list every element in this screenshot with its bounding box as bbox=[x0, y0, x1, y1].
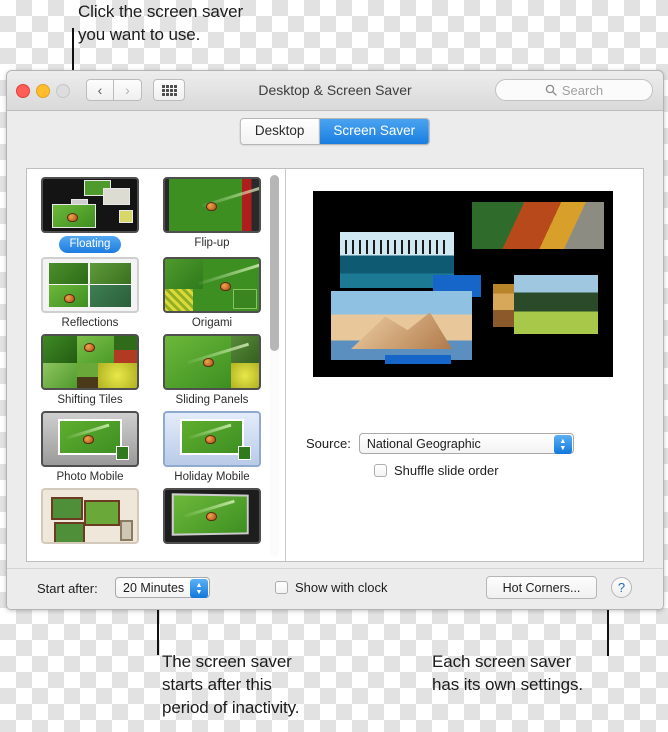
screensaver-item-reflections[interactable]: Reflections bbox=[36, 257, 144, 330]
annotation-bottom-right: Each screen saver has its own settings. bbox=[432, 652, 583, 694]
bottom-bar: Start after: 20 Minutes ▲ ▼ Show with cl… bbox=[7, 568, 663, 609]
settings-pane: Source: National Geographic ▲ ▼ Shuffle … bbox=[286, 169, 643, 561]
preferences-window: ‹ › Desktop & Screen Saver Search Deskto… bbox=[6, 70, 664, 610]
screensaver-thumbnail bbox=[41, 411, 139, 467]
start-after-value: 20 Minutes bbox=[123, 580, 185, 595]
screensaver-item-photo-mobile[interactable]: Photo Mobile bbox=[36, 411, 144, 484]
hot-corners-button[interactable]: Hot Corners... bbox=[486, 576, 597, 599]
window-titlebar: ‹ › Desktop & Screen Saver Search bbox=[7, 71, 663, 111]
help-button[interactable]: ? bbox=[611, 577, 632, 598]
chevron-down-icon: ▼ bbox=[559, 444, 567, 452]
start-after-label: Start after: bbox=[37, 581, 98, 596]
content-area: Floating Flip-up Reflections Origami Shi… bbox=[26, 168, 644, 562]
show-clock-checkbox[interactable] bbox=[275, 581, 288, 594]
shuffle-checkbox[interactable] bbox=[374, 464, 387, 477]
source-row: Source: National Geographic ▲ ▼ bbox=[306, 433, 626, 454]
annotation-top: Click the screen saver you want to use. bbox=[78, 2, 244, 44]
screensaver-label: Reflections bbox=[61, 317, 119, 329]
screensaver-list-scrollbar[interactable] bbox=[270, 175, 279, 557]
search-input[interactable]: Search bbox=[495, 79, 653, 101]
preview-photo bbox=[472, 202, 604, 249]
show-clock-row[interactable]: Show with clock bbox=[275, 580, 387, 595]
preview-photo bbox=[514, 274, 598, 335]
screensaver-thumbnail bbox=[163, 411, 261, 467]
screensaver-label: Sliding Panels bbox=[175, 394, 249, 406]
screensaver-thumbnail bbox=[41, 334, 139, 390]
screensaver-thumbnail bbox=[163, 177, 261, 233]
screensaver-thumbnail bbox=[163, 334, 261, 390]
stepper-icon[interactable]: ▲ ▼ bbox=[553, 435, 572, 454]
screensaver-label: Shifting Tiles bbox=[57, 394, 123, 406]
source-label: Source: bbox=[306, 436, 351, 451]
screensaver-thumbnail bbox=[41, 177, 139, 233]
screensaver-item-flip-up[interactable]: Flip-up bbox=[158, 177, 266, 253]
shuffle-row[interactable]: Shuffle slide order bbox=[374, 463, 499, 478]
screensaver-item-floating[interactable]: Floating bbox=[36, 177, 144, 253]
screensaver-thumbnail bbox=[163, 488, 261, 544]
tab-bar: Desktop Screen Saver bbox=[7, 111, 663, 149]
start-after-select[interactable]: 20 Minutes ▲ ▼ bbox=[115, 577, 210, 598]
screensaver-label: Flip-up bbox=[194, 237, 230, 249]
screensaver-item-sliding-panels[interactable]: Sliding Panels bbox=[158, 334, 266, 407]
show-clock-label: Show with clock bbox=[295, 580, 388, 595]
chevron-up-icon: ▲ bbox=[195, 581, 203, 589]
shuffle-label: Shuffle slide order bbox=[394, 463, 499, 478]
screensaver-thumbnail bbox=[163, 257, 261, 313]
search-placeholder: Search bbox=[561, 82, 604, 98]
scrollbar-thumb[interactable] bbox=[270, 175, 279, 351]
source-value: National Geographic bbox=[366, 436, 481, 451]
source-select[interactable]: National Geographic ▲ ▼ bbox=[358, 433, 574, 454]
preview-photo-bar bbox=[385, 354, 451, 364]
screensaver-item-shifting-tiles[interactable]: Shifting Tiles bbox=[36, 334, 144, 407]
chevron-up-icon: ▲ bbox=[559, 437, 567, 445]
screensaver-thumbnail bbox=[41, 488, 139, 544]
screensaver-item-vintage-prints[interactable] bbox=[158, 488, 266, 547]
screensaver-label: Holiday Mobile bbox=[174, 471, 250, 483]
preview-photo bbox=[331, 291, 472, 361]
screensaver-item-holiday-mobile[interactable]: Holiday Mobile bbox=[158, 411, 266, 484]
chevron-down-icon: ▼ bbox=[195, 588, 203, 596]
stepper-icon[interactable]: ▲ ▼ bbox=[190, 579, 208, 598]
search-icon bbox=[545, 84, 557, 96]
annotation-bottom-left: The screen saver starts after this perio… bbox=[162, 652, 300, 717]
screensaver-label: Floating bbox=[58, 236, 122, 253]
tab-desktop[interactable]: Desktop bbox=[240, 119, 319, 144]
screensaver-preview bbox=[313, 191, 613, 377]
screensaver-thumbnail bbox=[41, 257, 139, 313]
tab-screen-saver[interactable]: Screen Saver bbox=[318, 119, 430, 144]
screensaver-label: Origami bbox=[191, 317, 233, 329]
screensaver-label: Photo Mobile bbox=[56, 471, 124, 483]
screensaver-item-origami[interactable]: Origami bbox=[158, 257, 266, 330]
screensaver-item-photo-wall[interactable] bbox=[36, 488, 144, 547]
screensaver-list[interactable]: Floating Flip-up Reflections Origami Shi… bbox=[27, 169, 286, 561]
